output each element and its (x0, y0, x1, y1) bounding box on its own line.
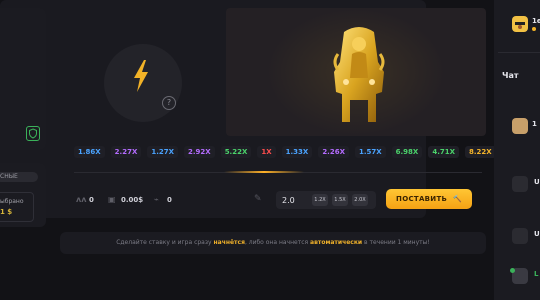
pencil-icon: ✎ (254, 194, 262, 204)
chat-username-4: L (534, 270, 539, 278)
bank-stat: ▣ 0.00$ (108, 195, 143, 204)
link-icon: ⌁ (154, 195, 159, 204)
place-bet-button[interactable]: ПОСТАВИТЬ 🔨 (386, 189, 472, 209)
multiplier-chip: 1.57X (354, 146, 386, 158)
info-text-after: в течении 1 минуты! (362, 239, 430, 246)
mult-button-2[interactable]: 1.5X (332, 194, 348, 206)
bet-input[interactable] (282, 194, 308, 206)
mult-button-3[interactable]: 2.0X (352, 194, 368, 206)
multiplier-chip: 2.27X (110, 146, 142, 158)
multiplier-chip: 8.22X (465, 146, 496, 158)
item-stage (226, 8, 486, 136)
items-stat: ⌁ 0 (154, 195, 172, 204)
divider-accent (224, 171, 304, 173)
chat-avatar-1[interactable] (512, 118, 528, 134)
mult-button-1[interactable]: 1.2X (312, 194, 328, 206)
selected-box (0, 192, 34, 222)
players-icon: ʌʌ (76, 195, 87, 204)
multiplier-chip: 1.86X (74, 146, 105, 158)
lightning-icon (134, 60, 148, 92)
chat-username-2: U (534, 178, 540, 186)
help-icon[interactable]: ? (162, 96, 176, 110)
chat-username-3: U (534, 230, 540, 238)
coin-icon (532, 27, 536, 31)
chat-panel (494, 0, 540, 300)
chat-avatar-3[interactable] (512, 228, 528, 244)
players-stat: ʌʌ 0 (76, 195, 94, 204)
info-highlight-auto: автоматически (310, 239, 363, 246)
place-bet-label: ПОСТАВИТЬ (396, 195, 448, 203)
user-name: 1e (532, 17, 540, 25)
golden-throne-image (333, 27, 385, 122)
chat-divider (498, 52, 540, 53)
online-indicator (510, 268, 515, 273)
multiplier-chip: 1.27X (147, 146, 179, 158)
gavel-icon: 🔨 (452, 195, 462, 203)
wallet-icon: ▣ (108, 195, 116, 204)
multipliers-history: 1.86X 2.27X 1.27X 2.92X 5.22X 1X 1.33X 2.26X 1.5… (74, 146, 523, 160)
user-avatar[interactable] (512, 16, 528, 32)
selected-label: ыбрано (0, 198, 24, 205)
multiplier-chip: 1X (257, 146, 276, 158)
bank-amount: 0.00$ (121, 195, 144, 204)
multiplier-chip: 6.98X (391, 146, 423, 158)
items-count: 0 (167, 195, 172, 204)
multiplier-chip: 4.71X (428, 146, 459, 158)
info-bar: Сделайте ставку и игра сразу начнётся, л… (60, 232, 486, 254)
bet-box: 1.2X 1.5X 2.0X (276, 191, 376, 209)
multiplier-chip: 5.22X (220, 146, 252, 158)
multiplier-chip: 1.33X (281, 146, 313, 158)
left-filter-chip[interactable]: СНЫЕ (0, 172, 38, 182)
info-highlight-start: начнётся (213, 239, 245, 246)
chat-username-1: 1 (532, 120, 537, 128)
multiplier-chip: 2.26X (318, 146, 349, 158)
selected-value: 1 $ (0, 208, 13, 216)
info-text-middle: , либо она начнется (244, 239, 311, 246)
shield-icon[interactable] (26, 126, 40, 141)
chat-title: Чат (502, 71, 519, 80)
players-count: 0 (89, 195, 94, 204)
info-text-before: Сделайте ставку и игра сразу (116, 239, 214, 246)
multiplier-chip: 2.92X (184, 146, 215, 158)
chat-avatar-2[interactable] (512, 176, 528, 192)
